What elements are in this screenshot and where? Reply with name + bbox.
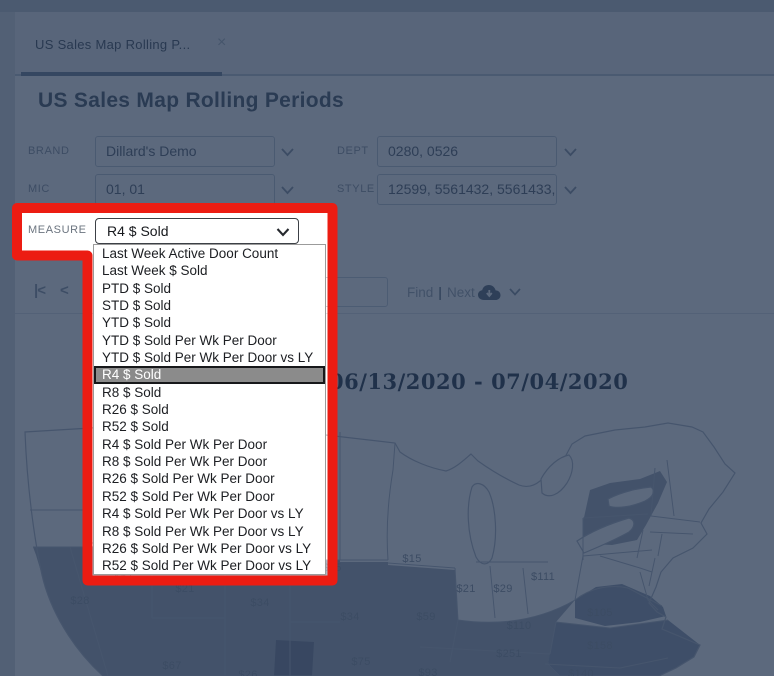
export-chevron-down-icon[interactable] <box>509 288 521 296</box>
measure-option[interactable]: PTD $ Sold <box>94 280 325 297</box>
measure-option[interactable]: R52 $ Sold Per Wk Per Door <box>94 488 325 505</box>
tab-us-sales-map[interactable]: US Sales Map Rolling P... × <box>21 12 237 74</box>
map-value-label: $26 <box>238 669 257 676</box>
tab-close-icon[interactable]: × <box>217 34 226 52</box>
report-date-range-title: 06/13/2020 - 07/04/2020 <box>329 369 628 394</box>
mic-chevron-down-icon[interactable] <box>281 186 294 195</box>
map-value-label: $29 <box>493 583 512 595</box>
measure-option[interactable]: R52 $ Sold Per Wk Per Door vs LY <box>94 557 325 574</box>
map-value-label: $34 <box>340 611 359 623</box>
map-value-label: $140 <box>568 668 594 676</box>
find-next-separator: | <box>438 285 442 300</box>
measure-selected-value: R4 $ Sold <box>107 223 168 239</box>
tab-label: US Sales Map Rolling P... <box>35 37 190 52</box>
next-link[interactable]: Next <box>447 285 475 300</box>
measure-option[interactable]: R8 $ Sold <box>94 384 325 401</box>
measure-option[interactable]: YTD $ Sold Per Wk Per Door <box>94 332 325 349</box>
find-next-controls: Find | Next <box>407 285 480 300</box>
mic-field[interactable]: 01, 01 <box>95 174 275 205</box>
measure-option[interactable]: R8 $ Sold Per Wk Per Door vs LY <box>94 523 325 540</box>
map-value-label: $59 <box>416 611 435 623</box>
tab-bar: US Sales Map Rolling P... × <box>15 12 774 76</box>
measure-option[interactable]: R8 $ Sold Per Wk Per Door <box>94 453 325 470</box>
map-value-label: $67 <box>162 660 181 672</box>
brand-field[interactable]: Dillard's Demo <box>95 136 275 167</box>
measure-option[interactable]: R26 $ Sold Per Wk Per Door vs LY <box>94 540 325 557</box>
map-value-label: $251 <box>496 648 522 660</box>
measure-select[interactable]: R4 $ Sold <box>95 218 299 244</box>
brand-label: BRAND <box>28 145 70 157</box>
measure-option[interactable]: STD $ Sold <box>94 297 325 314</box>
measure-option[interactable]: Last Week $ Sold <box>94 262 325 279</box>
measure-option[interactable]: R26 $ Sold Per Wk Per Door <box>94 470 325 487</box>
mic-label: MIC <box>28 183 50 195</box>
dept-label: DEPT <box>337 145 369 157</box>
measure-option[interactable]: R4 $ Sold Per Wk Per Door vs LY <box>94 505 325 522</box>
measure-option[interactable]: YTD $ Sold Per Wk Per Door vs LY <box>94 349 325 366</box>
map-value-label: $21 <box>175 583 194 595</box>
measure-chevron-down-icon <box>276 228 290 237</box>
map-value-label: $93 <box>418 667 437 676</box>
app-window: $51$28$21$34$67$26$45$15$21$29$111$34$59… <box>0 0 774 676</box>
measure-option[interactable]: Last Week Active Door Count <box>94 245 325 262</box>
map-value-label: $75 <box>351 656 370 668</box>
export-cloud-icon[interactable] <box>476 281 506 305</box>
map-value-label: $105 <box>587 607 613 619</box>
style-chevron-down-icon[interactable] <box>564 186 577 195</box>
brand-chevron-down-icon[interactable] <box>281 148 294 157</box>
measure-label: MEASURE <box>28 224 87 236</box>
style-label: STYLE <box>337 183 375 195</box>
map-value-label: $28 <box>70 595 89 607</box>
map-value-label: $111 <box>531 571 555 583</box>
first-page-button[interactable]: |< <box>34 282 45 299</box>
dept-field[interactable]: 0280, 0526 <box>377 136 557 167</box>
measure-options-list[interactable]: Last Week Active Door CountLast Week $ S… <box>93 244 326 575</box>
prev-page-button[interactable]: < <box>60 282 68 299</box>
style-field[interactable]: 12599, 5561432, 5561433, 55 <box>377 174 557 205</box>
measure-option[interactable]: R52 $ Sold <box>94 418 325 435</box>
find-link[interactable]: Find <box>407 285 433 300</box>
measure-option[interactable]: R26 $ Sold <box>94 401 325 418</box>
map-value-label: $15 <box>402 553 421 565</box>
map-value-label: $110 <box>507 620 532 632</box>
measure-option[interactable]: R4 $ Sold Per Wk Per Door <box>94 436 325 453</box>
map-value-label: $21 <box>456 583 475 595</box>
dept-chevron-down-icon[interactable] <box>564 148 577 157</box>
map-value-label: $158 <box>587 640 613 652</box>
map-value-label: $34 <box>250 597 269 609</box>
measure-option[interactable]: R4 $ Sold <box>94 366 325 383</box>
measure-option[interactable]: YTD $ Sold <box>94 314 325 331</box>
page-title: US Sales Map Rolling Periods <box>38 89 344 113</box>
active-tab-underline <box>21 72 222 76</box>
